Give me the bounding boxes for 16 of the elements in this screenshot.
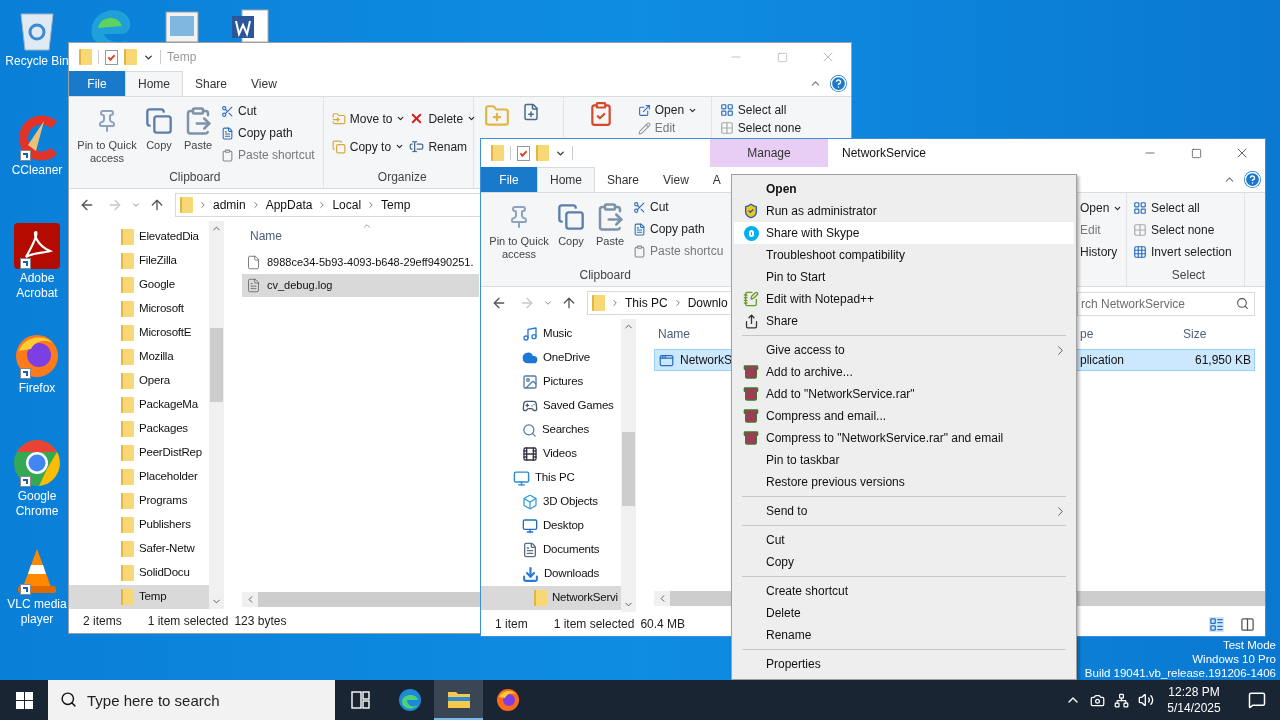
contextual-tab-header: Manage bbox=[710, 139, 828, 167]
group-label: Select bbox=[1170, 267, 1207, 284]
os-notice-text: Test Mode bbox=[1222, 638, 1276, 652]
status-text: 123 bytes bbox=[234, 613, 287, 630]
status-text: 60.4 MB bbox=[640, 616, 686, 633]
status-text: 1 item selected bbox=[553, 616, 635, 633]
status-text: 2 items bbox=[83, 613, 122, 630]
status-text: 1 item bbox=[495, 616, 528, 633]
os-notice-text: Build 19041.vb_release.191206-1406 bbox=[1084, 666, 1276, 680]
window-title: NetworkService bbox=[842, 145, 927, 162]
status-text: 1 item selected bbox=[147, 613, 229, 630]
group-label: Clipboard bbox=[168, 169, 222, 186]
group-label: Organize bbox=[376, 169, 428, 186]
group-label: Clipboard bbox=[578, 267, 632, 284]
window-title: Temp bbox=[167, 49, 197, 66]
os-notice-text: Windows 10 Pro bbox=[1192, 652, 1276, 666]
